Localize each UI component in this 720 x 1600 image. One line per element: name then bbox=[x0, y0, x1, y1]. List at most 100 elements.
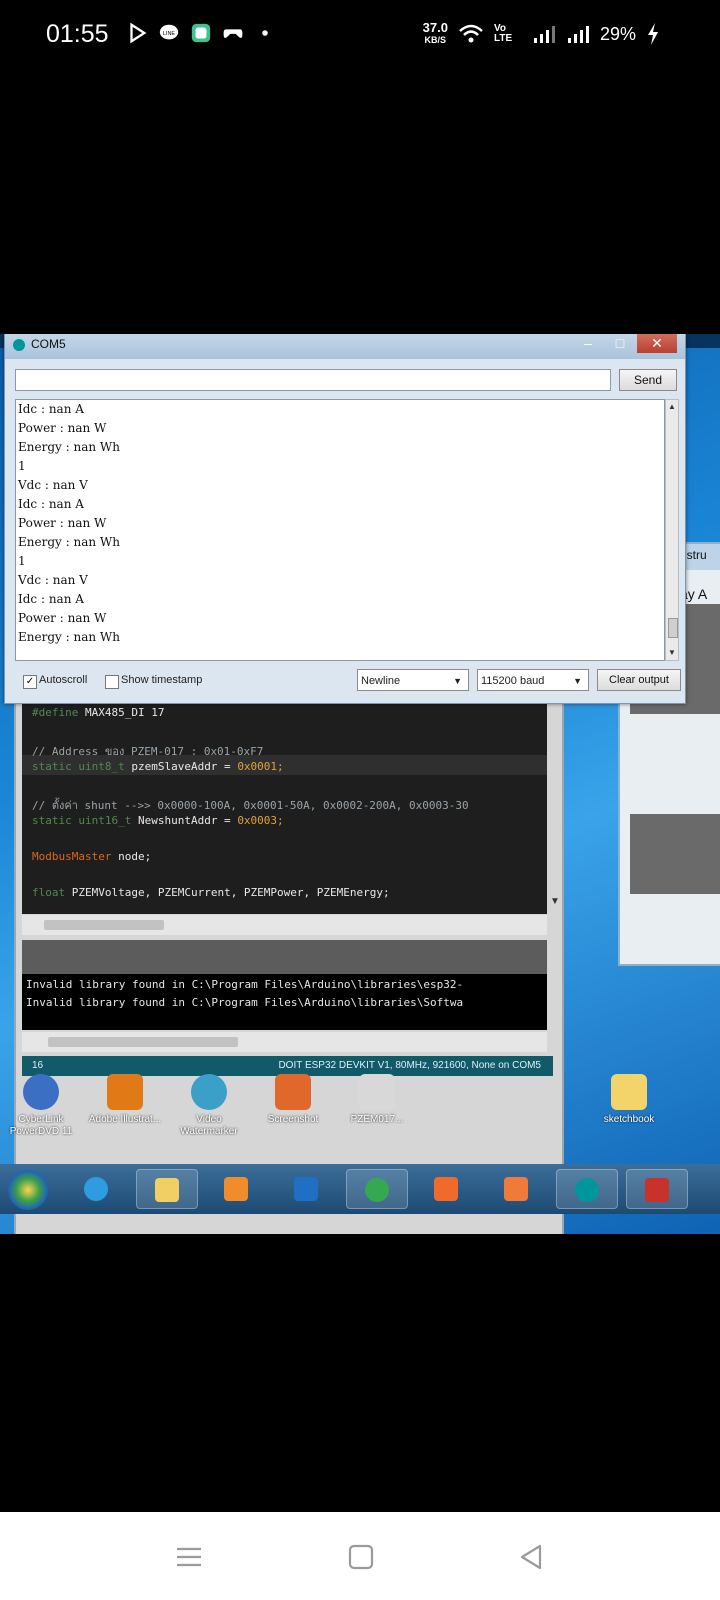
output-line: Power : nan W bbox=[18, 516, 107, 530]
volte-icon: Vo LTE bbox=[493, 23, 513, 44]
desktop-icon-sketchbook[interactable]: sketchbook bbox=[590, 1074, 668, 1126]
desktop-icon-label: Screenshot bbox=[267, 1114, 319, 1125]
desktop-icon-label: PZEM017... bbox=[350, 1114, 404, 1125]
internet-explorer-icon bbox=[84, 1177, 108, 1201]
screenshot-icon bbox=[275, 1074, 311, 1110]
chrome-icon bbox=[365, 1178, 389, 1202]
autoscroll-label: Autoscroll bbox=[39, 674, 88, 686]
scrollbar-thumb[interactable] bbox=[44, 920, 164, 930]
system-status: 37.0 KB/S Vo LTE 29% bbox=[422, 20, 660, 46]
board-info: DOIT ESP32 DEVKIT V1, 80MHz, 921600, Non… bbox=[278, 1060, 541, 1071]
minimize-button[interactable]: – bbox=[573, 334, 603, 353]
output-line: Idc : nan A bbox=[18, 592, 84, 606]
taskbar-app[interactable] bbox=[206, 1169, 268, 1209]
taskbar-app[interactable] bbox=[136, 1169, 198, 1209]
notification-icons: LINE bbox=[126, 22, 276, 44]
line-ending-value: Newline bbox=[361, 675, 401, 687]
console-horizontal-scrollbar[interactable] bbox=[22, 1032, 547, 1052]
output-line: Idc : nan A bbox=[18, 402, 84, 416]
chat-icon bbox=[191, 23, 211, 43]
illustrator-icon bbox=[107, 1074, 143, 1110]
background-window-panel bbox=[630, 814, 720, 894]
code-horizontal-scrollbar[interactable] bbox=[22, 915, 547, 935]
camera-app-icon bbox=[504, 1177, 528, 1201]
chevron-down-icon: ▼ bbox=[573, 676, 582, 686]
arduino-icon bbox=[13, 339, 25, 351]
autoscroll-checkbox[interactable]: ✓ bbox=[23, 675, 37, 689]
code-line: // Address ของ PZEM-017 : 0x01-0xF7 bbox=[32, 745, 264, 758]
console-line: Invalid library found in C:\Program File… bbox=[26, 996, 464, 1009]
line-icon: LINE bbox=[159, 24, 179, 40]
close-button[interactable]: ✕ bbox=[637, 334, 677, 353]
timestamp-label: Show timestamp bbox=[121, 674, 203, 686]
desktop-icon-label: CyberLink PowerDVD 11 bbox=[9, 1114, 73, 1137]
window-title: COM5 bbox=[31, 337, 66, 351]
output-line: Power : nan W bbox=[18, 421, 107, 435]
serial-monitor-titlebar[interactable]: COM5 – □ ✕ bbox=[5, 334, 685, 359]
baud-rate-value: 115200 baud bbox=[481, 675, 545, 687]
powerdvd-icon bbox=[23, 1074, 59, 1110]
outlook-icon bbox=[294, 1177, 318, 1201]
console-line: Invalid library found in C:\Program File… bbox=[26, 978, 464, 991]
taskbar-app[interactable] bbox=[66, 1169, 128, 1209]
media-player-icon bbox=[224, 1177, 248, 1201]
baud-rate-select[interactable]: 115200 baud ▼ bbox=[477, 669, 589, 691]
wifi-icon bbox=[459, 24, 483, 43]
windows-taskbar bbox=[0, 1164, 720, 1214]
file-explorer-icon bbox=[155, 1178, 179, 1202]
back-icon[interactable] bbox=[516, 1542, 546, 1572]
desktop-icon-video-watermarker[interactable]: Video Watermarker bbox=[170, 1074, 248, 1138]
desktop-icon-label: Video Watermarker bbox=[180, 1114, 238, 1137]
home-icon[interactable] bbox=[346, 1542, 376, 1572]
code-line: // ตั้งค่า shunt -->> 0x0000-100A, 0x000… bbox=[32, 799, 469, 812]
desktop-icon-powerdvd[interactable]: CyberLink PowerDVD 11 bbox=[2, 1074, 80, 1138]
taskbar-app[interactable] bbox=[276, 1169, 338, 1209]
code-line: float PZEMVoltage, PZEMCurrent, PZEMPowe… bbox=[32, 886, 390, 899]
scroll-down-arrow[interactable]: ▼ bbox=[668, 648, 676, 657]
desktop-icon-screenshot[interactable]: Screenshot bbox=[254, 1074, 332, 1126]
serial-input[interactable] bbox=[15, 369, 611, 391]
output-line: Power : nan W bbox=[18, 611, 107, 625]
navigation-bar bbox=[0, 1512, 720, 1600]
output-line: Vdc : nan V bbox=[18, 478, 88, 492]
net-speed-value: 37.0 bbox=[422, 20, 448, 35]
taskbar-app[interactable] bbox=[486, 1169, 548, 1209]
desktop-icon-label: Adobe Illustrat... bbox=[88, 1114, 162, 1125]
scroll-up-arrow[interactable]: ▲ bbox=[668, 402, 676, 411]
scroll-down-arrow[interactable]: ▼ bbox=[550, 896, 560, 907]
clock: 01:55 bbox=[46, 20, 109, 48]
battery-level: 29% bbox=[599, 23, 636, 44]
desktop-icon-pzem[interactable]: PZEM017... bbox=[338, 1074, 416, 1126]
scrollbar-thumb[interactable] bbox=[668, 618, 678, 638]
maximize-button[interactable]: □ bbox=[605, 334, 635, 353]
line-ending-select[interactable]: Newline ▼ bbox=[357, 669, 469, 691]
console-header bbox=[22, 940, 547, 974]
taskbar-app[interactable] bbox=[416, 1169, 478, 1209]
output-line: Energy : nan Wh bbox=[18, 630, 120, 644]
video-watermarker-icon bbox=[191, 1074, 227, 1110]
taskbar-app[interactable] bbox=[556, 1169, 618, 1209]
svg-text:LINE: LINE bbox=[163, 31, 176, 37]
charging-icon bbox=[648, 23, 658, 45]
game-controller-icon bbox=[223, 29, 243, 39]
clear-output-button[interactable]: Clear output bbox=[597, 669, 681, 691]
signal-icon bbox=[567, 26, 589, 43]
taskbar-app[interactable] bbox=[346, 1169, 408, 1209]
output-line: Idc : nan A bbox=[18, 497, 84, 511]
taskbar-app[interactable] bbox=[626, 1169, 688, 1209]
code-editor[interactable]: #define MAX485_DI 17 // Address ของ PZEM… bbox=[22, 704, 547, 914]
output-vertical-scrollbar[interactable]: ▲ ▼ bbox=[665, 399, 679, 661]
send-button[interactable]: Send bbox=[619, 369, 677, 391]
menu-icon[interactable] bbox=[174, 1542, 204, 1572]
output-line: Vdc : nan V bbox=[18, 573, 88, 587]
timestamp-checkbox[interactable] bbox=[105, 675, 119, 689]
net-speed: 37.0 KB/S bbox=[422, 20, 448, 46]
serial-options-bar: ✓ Autoscroll Show timestamp Newline ▼ 115… bbox=[5, 663, 685, 699]
code-line: static uint16_t NewshuntAddr = 0x0003; bbox=[32, 814, 284, 827]
scrollbar-thumb[interactable] bbox=[48, 1037, 238, 1047]
desktop-icon-label: sketchbook bbox=[603, 1114, 655, 1125]
serial-monitor-window: COM5 – □ ✕ Send Idc : nan A Power : nan … bbox=[4, 334, 686, 704]
output-line: 1 bbox=[18, 459, 26, 473]
start-button[interactable] bbox=[8, 1170, 48, 1210]
desktop-icon-illustrator[interactable]: Adobe Illustrat... bbox=[86, 1074, 164, 1126]
